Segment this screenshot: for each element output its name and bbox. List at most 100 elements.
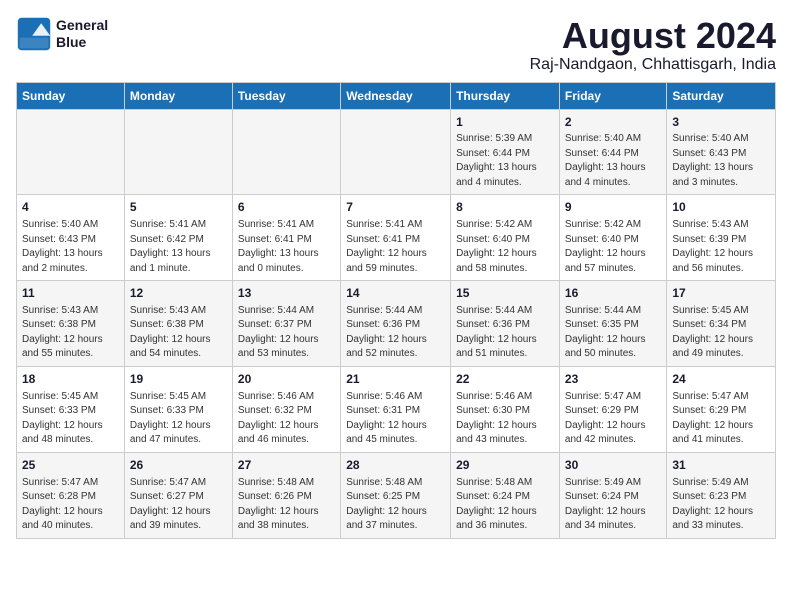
day-number: 6 xyxy=(238,199,335,216)
day-info: Sunrise: 5:47 AM Sunset: 6:27 PM Dayligh… xyxy=(130,476,227,534)
day-number: 11 xyxy=(22,285,119,302)
day-number: 9 xyxy=(565,199,661,216)
day-info: Sunrise: 5:40 AM Sunset: 6:43 PM Dayligh… xyxy=(672,132,770,190)
day-info: Sunrise: 5:43 AM Sunset: 6:39 PM Dayligh… xyxy=(672,218,770,276)
day-number: 28 xyxy=(346,457,445,474)
day-number: 26 xyxy=(130,457,227,474)
day-info: Sunrise: 5:48 AM Sunset: 6:26 PM Dayligh… xyxy=(238,476,335,534)
day-info: Sunrise: 5:39 AM Sunset: 6:44 PM Dayligh… xyxy=(456,132,554,190)
calendar-cell: 15 Sunrise: 5:44 AM Sunset: 6:36 PM Dayli… xyxy=(451,281,560,367)
calendar-cell: 30 Sunrise: 5:49 AM Sunset: 6:24 PM Dayli… xyxy=(559,452,666,538)
location-subtitle: Raj-Nandgaon, Chhattisgarh, India xyxy=(530,56,776,74)
logo-icon xyxy=(16,16,52,52)
day-number: 21 xyxy=(346,371,445,388)
day-number: 14 xyxy=(346,285,445,302)
day-info: Sunrise: 5:45 AM Sunset: 6:33 PM Dayligh… xyxy=(130,390,227,448)
day-number: 2 xyxy=(565,114,661,131)
day-info: Sunrise: 5:49 AM Sunset: 6:23 PM Dayligh… xyxy=(672,476,770,534)
calendar-cell: 27Sunrise: 5:48 AM Sunset: 6:26 PM Dayli… xyxy=(232,452,340,538)
day-info: Sunrise: 5:49 AM Sunset: 6:24 PM Dayligh… xyxy=(565,476,661,534)
calendar-cell: 14 Sunrise: 5:44 AM Sunset: 6:36 PM Dayli… xyxy=(341,281,451,367)
day-number: 1 xyxy=(456,114,554,131)
day-info: Sunrise: 5:44 AM Sunset: 6:36 PM Dayligh… xyxy=(346,304,445,362)
day-info: Sunrise: 5:42 AM Sunset: 6:40 PM Dayligh… xyxy=(456,218,554,276)
calendar-cell: 6 Sunrise: 5:41 AM Sunset: 6:41 PM Daylig… xyxy=(232,195,340,281)
day-number: 25 xyxy=(22,457,119,474)
day-info: Sunrise: 5:41 AM Sunset: 6:41 PM Dayligh… xyxy=(346,218,445,276)
calendar-cell: 17 Sunrise: 5:45 AM Sunset: 6:34 PM Dayli… xyxy=(667,281,776,367)
logo: General Blue xyxy=(16,16,108,52)
calendar-cell: 9 Sunrise: 5:42 AM Sunset: 6:40 PM Daylig… xyxy=(559,195,666,281)
calendar-cell: 29Sunrise: 5:48 AM Sunset: 6:24 PM Dayli… xyxy=(451,452,560,538)
day-info: Sunrise: 5:41 AM Sunset: 6:41 PM Dayligh… xyxy=(238,218,335,276)
day-info: Sunrise: 5:45 AM Sunset: 6:33 PM Dayligh… xyxy=(22,390,119,448)
day-number: 7 xyxy=(346,199,445,216)
day-info: Sunrise: 5:46 AM Sunset: 6:31 PM Dayligh… xyxy=(346,390,445,448)
day-number: 4 xyxy=(22,199,119,216)
calendar-cell: 1Sunrise: 5:39 AM Sunset: 6:44 PM Daylig… xyxy=(451,109,560,195)
day-info: Sunrise: 5:40 AM Sunset: 6:44 PM Dayligh… xyxy=(565,132,661,190)
weekday-header-monday: Monday xyxy=(124,82,232,109)
calendar-cell: 28 Sunrise: 5:48 AM Sunset: 6:25 PM Dayli… xyxy=(341,452,451,538)
calendar-cell xyxy=(232,109,340,195)
calendar-cell: 25 Sunrise: 5:47 AM Sunset: 6:28 PM Dayli… xyxy=(17,452,125,538)
weekday-header-saturday: Saturday xyxy=(667,82,776,109)
day-info: Sunrise: 5:44 AM Sunset: 6:37 PM Dayligh… xyxy=(238,304,335,362)
calendar-cell: 19 Sunrise: 5:45 AM Sunset: 6:33 PM Dayli… xyxy=(124,366,232,452)
day-info: Sunrise: 5:44 AM Sunset: 6:36 PM Dayligh… xyxy=(456,304,554,362)
calendar-cell: 13 Sunrise: 5:44 AM Sunset: 6:37 PM Dayli… xyxy=(232,281,340,367)
day-info: Sunrise: 5:47 AM Sunset: 6:28 PM Dayligh… xyxy=(22,476,119,534)
day-number: 30 xyxy=(565,457,661,474)
day-number: 31 xyxy=(672,457,770,474)
day-number: 22 xyxy=(456,371,554,388)
calendar-cell: 5Sunrise: 5:41 AM Sunset: 6:42 PM Daylig… xyxy=(124,195,232,281)
title-area: August 2024 Raj-Nandgaon, Chhattisgarh, … xyxy=(530,16,776,74)
day-number: 29 xyxy=(456,457,554,474)
calendar-cell: 21 Sunrise: 5:46 AM Sunset: 6:31 PM Dayli… xyxy=(341,366,451,452)
weekday-header-friday: Friday xyxy=(559,82,666,109)
calendar-cell: 3Sunrise: 5:40 AM Sunset: 6:43 PM Daylig… xyxy=(667,109,776,195)
month-year-title: August 2024 xyxy=(530,16,776,56)
calendar-cell: 31 Sunrise: 5:49 AM Sunset: 6:23 PM Dayli… xyxy=(667,452,776,538)
day-number: 24 xyxy=(672,371,770,388)
calendar-cell: 20 Sunrise: 5:46 AM Sunset: 6:32 PM Dayli… xyxy=(232,366,340,452)
weekday-header-sunday: Sunday xyxy=(17,82,125,109)
day-info: Sunrise: 5:45 AM Sunset: 6:34 PM Dayligh… xyxy=(672,304,770,362)
calendar-cell xyxy=(341,109,451,195)
day-number: 18 xyxy=(22,371,119,388)
day-info: Sunrise: 5:46 AM Sunset: 6:30 PM Dayligh… xyxy=(456,390,554,448)
day-info: Sunrise: 5:41 AM Sunset: 6:42 PM Dayligh… xyxy=(130,218,227,276)
calendar-cell: 23 Sunrise: 5:47 AM Sunset: 6:29 PM Dayli… xyxy=(559,366,666,452)
day-info: Sunrise: 5:43 AM Sunset: 6:38 PM Dayligh… xyxy=(130,304,227,362)
calendar-cell: 7 Sunrise: 5:41 AM Sunset: 6:41 PM Daylig… xyxy=(341,195,451,281)
day-number: 20 xyxy=(238,371,335,388)
calendar-cell xyxy=(124,109,232,195)
page-header: General Blue August 2024 Raj-Nandgaon, C… xyxy=(16,16,776,74)
day-info: Sunrise: 5:43 AM Sunset: 6:38 PM Dayligh… xyxy=(22,304,119,362)
day-info: Sunrise: 5:42 AM Sunset: 6:40 PM Dayligh… xyxy=(565,218,661,276)
calendar-cell: 11 Sunrise: 5:43 AM Sunset: 6:38 PM Dayli… xyxy=(17,281,125,367)
calendar-cell: 10Sunrise: 5:43 AM Sunset: 6:39 PM Dayli… xyxy=(667,195,776,281)
day-number: 23 xyxy=(565,371,661,388)
day-info: Sunrise: 5:48 AM Sunset: 6:25 PM Dayligh… xyxy=(346,476,445,534)
day-number: 17 xyxy=(672,285,770,302)
day-number: 13 xyxy=(238,285,335,302)
day-number: 12 xyxy=(130,285,227,302)
calendar-cell: 18 Sunrise: 5:45 AM Sunset: 6:33 PM Dayli… xyxy=(17,366,125,452)
day-info: Sunrise: 5:46 AM Sunset: 6:32 PM Dayligh… xyxy=(238,390,335,448)
calendar-cell: 22 Sunrise: 5:46 AM Sunset: 6:30 PM Dayli… xyxy=(451,366,560,452)
calendar-cell: 8 Sunrise: 5:42 AM Sunset: 6:40 PM Daylig… xyxy=(451,195,560,281)
calendar-cell: 16Sunrise: 5:44 AM Sunset: 6:35 PM Dayli… xyxy=(559,281,666,367)
day-number: 19 xyxy=(130,371,227,388)
calendar-cell: 2Sunrise: 5:40 AM Sunset: 6:44 PM Daylig… xyxy=(559,109,666,195)
day-number: 3 xyxy=(672,114,770,131)
day-info: Sunrise: 5:47 AM Sunset: 6:29 PM Dayligh… xyxy=(672,390,770,448)
day-number: 8 xyxy=(456,199,554,216)
logo-text: General Blue xyxy=(56,17,108,51)
weekday-header-wednesday: Wednesday xyxy=(341,82,451,109)
calendar-cell: 4Sunrise: 5:40 AM Sunset: 6:43 PM Daylig… xyxy=(17,195,125,281)
day-number: 15 xyxy=(456,285,554,302)
calendar-cell: 26 Sunrise: 5:47 AM Sunset: 6:27 PM Dayli… xyxy=(124,452,232,538)
calendar-table: SundayMondayTuesdayWednesdayThursdayFrid… xyxy=(16,82,776,539)
day-info: Sunrise: 5:47 AM Sunset: 6:29 PM Dayligh… xyxy=(565,390,661,448)
